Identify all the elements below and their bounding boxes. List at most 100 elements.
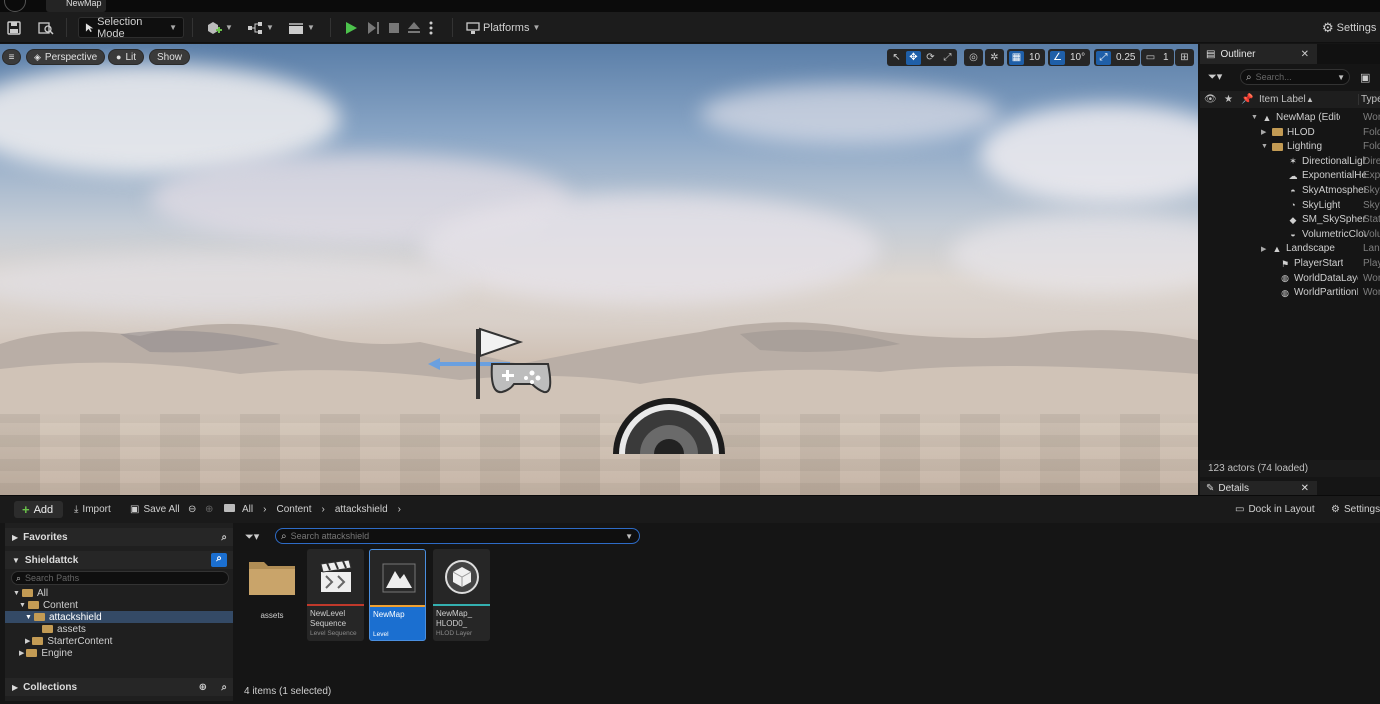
add-folder-icon[interactable]: ▣ xyxy=(1360,71,1370,84)
perspective-button[interactable]: ◈ Perspective xyxy=(26,49,106,65)
grid-snap-icon[interactable]: ▦ xyxy=(1009,50,1024,65)
asset-tile-level-sequence[interactable]: NewLevel Sequence Level Sequence xyxy=(307,549,364,641)
expander-icon[interactable]: ▼ xyxy=(1261,143,1268,150)
tree-item-startercontent[interactable]: ▶ StarterContent xyxy=(5,635,233,647)
expander-icon[interactable]: ▼ xyxy=(1251,114,1258,121)
breadcrumb-all[interactable]: All xyxy=(242,504,253,515)
dock-in-layout-button[interactable]: ▭ Dock in Layout xyxy=(1235,504,1315,515)
save-all-button[interactable]: ▣ Save All xyxy=(130,504,180,515)
scale-snap-icon[interactable]: ⤢ xyxy=(1096,50,1111,65)
selection-mode-dropdown[interactable]: Selection Mode ▼ xyxy=(78,16,184,40)
outliner-row[interactable]: ▶ ▲ Landscape Landscape xyxy=(1200,241,1380,256)
asset-search-input[interactable]: ⌕ Search attackshield ▼ xyxy=(275,528,640,544)
platforms-button[interactable]: Platforms ▼ xyxy=(466,17,540,38)
world-space-icon[interactable]: ◎ xyxy=(966,51,981,65)
outliner-search-input[interactable]: ⌕ Search... ▼ xyxy=(1240,69,1350,85)
breadcrumb-content[interactable]: Content xyxy=(276,504,311,515)
play-button[interactable] xyxy=(344,17,358,38)
asset-tile-assets-folder[interactable]: assets xyxy=(243,549,300,641)
viewport-menu-button[interactable]: ≡ xyxy=(2,49,21,65)
close-icon[interactable]: ✕ xyxy=(1301,49,1309,60)
outliner-row[interactable]: ⚑ PlayerStart PlayerStart xyxy=(1200,256,1380,271)
level-viewport[interactable]: ≡ ◈ Perspective ● Lit Show ↖ ✥ ⟳ ⤢ ◎ ✲ ▦… xyxy=(0,44,1198,495)
move-tool-icon[interactable]: ✥ xyxy=(906,50,921,65)
rotation-snap-value[interactable]: 10° xyxy=(1067,52,1088,63)
tree-item-all[interactable]: ▼ All xyxy=(5,587,233,599)
browse-icon[interactable] xyxy=(38,17,54,38)
expander-icon[interactable]: ▶ xyxy=(1261,128,1266,136)
cinematics-button[interactable]: ▼ xyxy=(288,17,315,38)
unreal-logo-icon[interactable] xyxy=(4,0,26,12)
asset-tile-newmap[interactable]: NewMap Level xyxy=(369,549,426,641)
outliner-row[interactable]: ◔ SkyLight SkyLight xyxy=(1200,198,1380,213)
save-icon[interactable] xyxy=(7,17,21,38)
search-icon[interactable]: ⌕ xyxy=(211,553,227,567)
outliner-row[interactable]: ▶ HLOD Folder xyxy=(1200,125,1380,140)
scale-snap-value[interactable]: 0.25 xyxy=(1113,52,1138,63)
outliner-row[interactable]: ▼ Lighting Folder xyxy=(1200,139,1380,154)
sky-sphere-icon[interactable] xyxy=(610,396,728,456)
eject-button[interactable] xyxy=(407,17,421,38)
history-forward-button[interactable]: ⊕ xyxy=(205,504,213,515)
filter-icon[interactable]: ⏷▾ xyxy=(1208,70,1222,84)
outliner-row[interactable]: ◍ WorldDataLayers WorldDataLayers xyxy=(1200,271,1380,286)
level-tab[interactable]: NewMap xyxy=(46,0,106,12)
outliner-row[interactable]: ◍ WorldPartitionMiniMap WorldPartitionMini… xyxy=(1200,285,1380,300)
chevron-right-icon: ▶ xyxy=(12,682,19,692)
add-button[interactable]: + Add xyxy=(14,501,63,518)
rotate-tool-icon[interactable]: ⟳ xyxy=(923,51,938,65)
breadcrumb-attackshield[interactable]: attackshield xyxy=(335,504,388,515)
play-options-button[interactable] xyxy=(429,17,433,38)
camera-speed-value[interactable]: 1 xyxy=(1160,52,1172,63)
expander-icon[interactable]: ▶ xyxy=(1261,245,1266,253)
outliner-row[interactable]: ◓ SkyAtmosphereSkyAtmosphere xyxy=(1200,183,1380,198)
tree-item-content[interactable]: ▼ Content xyxy=(5,599,233,611)
angle-snap-icon[interactable]: ∠ xyxy=(1050,50,1065,65)
select-tool-icon[interactable]: ↖ xyxy=(889,51,904,65)
pin-icon[interactable]: 📌 xyxy=(1241,94,1253,105)
tree-item-assets[interactable]: assets xyxy=(5,623,233,635)
settings-button[interactable]: ⚙ Settings xyxy=(1322,17,1376,38)
outliner-row[interactable]: ☁ ExponentialHeightFogExponentialHeightFo… xyxy=(1200,168,1380,183)
stop-button[interactable] xyxy=(388,17,400,38)
advance-frame-button[interactable] xyxy=(366,17,380,38)
favorites-header[interactable]: ▶ Favorites ⌕ xyxy=(5,528,233,546)
blueprints-button[interactable]: ▼ xyxy=(247,17,274,38)
asset-tile-hlod-layer[interactable]: NewMap_ HLOD0_ HLOD Layer xyxy=(433,549,490,641)
tab-details[interactable]: ✎ Details ✕ xyxy=(1200,481,1317,495)
folder-icon[interactable] xyxy=(224,504,239,512)
layout-icon[interactable]: ⊞ xyxy=(1177,51,1192,65)
outliner-row[interactable]: ◒ VolumetricCloudVolumetricCloud xyxy=(1200,227,1380,242)
tree-item-engine[interactable]: ▶ Engine xyxy=(5,647,233,659)
visibility-icon[interactable]: 👁 xyxy=(1204,94,1217,105)
cb-settings-button[interactable]: ⚙ Settings xyxy=(1331,504,1380,515)
lit-button[interactable]: ● Lit xyxy=(108,49,144,65)
outliner-row[interactable]: ✶ DirectionalLightDirectionalLight xyxy=(1200,154,1380,169)
actor-icon: ☁ xyxy=(1288,170,1298,181)
import-button[interactable]: ⤓ Import xyxy=(74,504,111,515)
surface-snap-icon[interactable]: ✲ xyxy=(987,51,1002,65)
player-start-icon[interactable] xyxy=(420,324,560,404)
add-actor-button[interactable]: ▼ xyxy=(206,17,233,38)
tree-item-attackshield[interactable]: ▼ attackshield xyxy=(5,611,233,623)
col-type[interactable]: Type xyxy=(1358,94,1380,105)
outliner-row-type: World xyxy=(1363,112,1380,123)
star-icon[interactable]: ★ xyxy=(1224,94,1233,105)
outliner-row[interactable]: ◆ SM_SkySphereStaticMeshActor xyxy=(1200,212,1380,227)
col-item-label[interactable]: Item Label xyxy=(1259,94,1306,105)
outliner-row[interactable]: ▼ ▲ NewMap (Editor) World xyxy=(1200,110,1380,125)
filter-icon[interactable]: ⏷▾ xyxy=(245,530,259,544)
close-icon[interactable]: ✕ xyxy=(1301,483,1309,494)
search-paths-input[interactable]: ⌕ Search Paths xyxy=(11,571,229,585)
history-back-button[interactable]: ⊖ xyxy=(188,504,196,515)
scale-tool-icon[interactable]: ⤢ xyxy=(940,51,955,65)
collections-header[interactable]: ▶ Collections ⊕ ⌕ xyxy=(5,678,233,696)
grid-snap-value[interactable]: 10 xyxy=(1026,52,1043,63)
tab-outliner[interactable]: ▤ Outliner ✕ xyxy=(1200,44,1317,64)
add-collection-icon[interactable]: ⊕ xyxy=(199,682,207,693)
search-icon[interactable]: ⌕ xyxy=(221,532,227,543)
camera-icon[interactable]: ▭ xyxy=(1143,51,1158,65)
show-button[interactable]: Show xyxy=(149,49,191,65)
search-icon[interactable]: ⌕ xyxy=(221,682,227,693)
project-header[interactable]: ▼ Shieldattck ⌕ xyxy=(5,551,233,569)
